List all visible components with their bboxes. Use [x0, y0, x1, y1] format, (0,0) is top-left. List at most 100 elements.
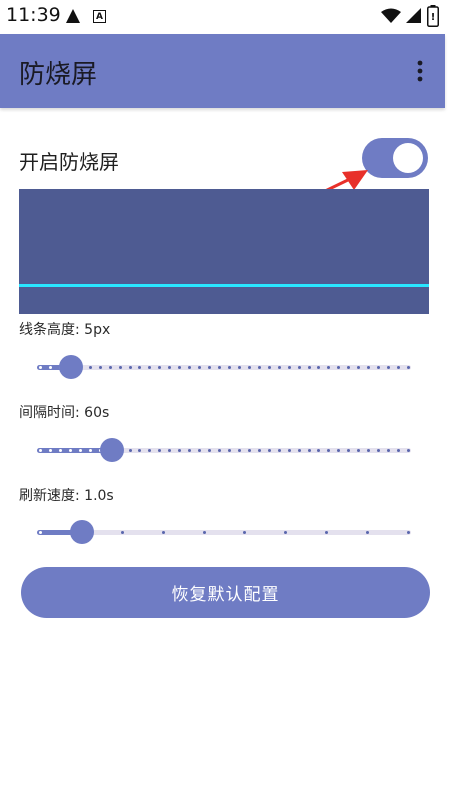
refresh-speed-label: 刷新速度: 1.0s	[19, 488, 114, 504]
slider-tick	[88, 366, 92, 369]
slider-tick	[377, 366, 381, 369]
slider-tick	[48, 449, 52, 452]
slider-tick	[39, 531, 42, 534]
toggle-knob	[393, 143, 423, 173]
toggle-label: 开启防烧屏	[19, 150, 119, 174]
slider-tick	[198, 449, 202, 452]
slider-tick	[118, 366, 122, 369]
slider-tick	[267, 366, 271, 369]
a-notification-icon: A	[93, 10, 106, 23]
slider-tick	[178, 449, 182, 452]
slider-tick	[337, 449, 341, 452]
slider-tick	[317, 366, 321, 369]
slider-tick	[39, 449, 42, 452]
slider-tick	[98, 366, 102, 369]
slider-tick	[277, 449, 281, 452]
slider-tick	[387, 366, 391, 369]
slider-tick	[138, 449, 142, 452]
app-title: 防烧屏	[19, 60, 98, 90]
slider-tick	[337, 366, 341, 369]
slider-tick	[237, 366, 241, 369]
svg-text:!: !	[431, 12, 436, 23]
slider-tick	[267, 449, 271, 452]
slider-ticks	[37, 352, 411, 382]
slider-tick	[188, 366, 192, 369]
scan-line	[19, 284, 429, 287]
slider-tick	[218, 449, 222, 452]
slider-tick	[39, 366, 42, 369]
slider-ticks	[37, 435, 411, 465]
slider-tick	[237, 449, 241, 452]
slider-tick	[208, 366, 212, 369]
slider-tick	[202, 531, 206, 534]
app-bar: 防烧屏	[0, 34, 445, 108]
slider-tick	[108, 366, 112, 369]
warning-icon	[65, 8, 81, 28]
slider-tick	[247, 366, 251, 369]
slider-tick	[158, 449, 162, 452]
overflow-menu-button[interactable]	[408, 54, 432, 88]
slider-tick	[243, 531, 247, 534]
slider-tick	[407, 366, 410, 369]
slider-tick	[257, 366, 261, 369]
line-height-label: 线条高度: 5px	[19, 322, 111, 338]
slider-tick	[397, 366, 401, 369]
slider-thumb[interactable]	[99, 438, 124, 462]
slider-tick	[178, 366, 182, 369]
slider-tick	[48, 366, 52, 369]
refresh-speed-slider[interactable]	[37, 517, 411, 547]
wifi-icon	[381, 8, 401, 28]
slider-tick	[227, 366, 231, 369]
slider-tick	[198, 366, 202, 369]
slider-tick	[168, 366, 172, 369]
slider-tick	[377, 449, 381, 452]
slider-tick	[257, 449, 261, 452]
slider-tick	[317, 449, 321, 452]
slider-tick	[327, 449, 331, 452]
slider-tick	[168, 449, 172, 452]
slider-tick	[148, 449, 152, 452]
slider-tick	[297, 449, 301, 452]
signal-icon	[405, 7, 422, 28]
interval-time-slider[interactable]	[37, 435, 411, 465]
status-bar: 11:39 A !	[0, 0, 449, 34]
slider-tick	[120, 531, 124, 534]
slider-tick	[158, 366, 162, 369]
slider-tick	[138, 366, 142, 369]
slider-tick	[307, 366, 311, 369]
slider-tick	[366, 531, 370, 534]
slider-tick	[325, 531, 329, 534]
slider-tick	[397, 449, 401, 452]
slider-tick	[78, 449, 82, 452]
slider-tick	[58, 449, 62, 452]
slider-tick	[297, 366, 301, 369]
slider-tick	[327, 366, 331, 369]
slider-tick	[407, 449, 410, 452]
slider-tick	[188, 449, 192, 452]
reset-defaults-button[interactable]: 恢复默认配置	[21, 567, 430, 618]
status-time: 11:39	[6, 4, 61, 26]
slider-tick	[218, 366, 222, 369]
slider-thumb[interactable]	[58, 355, 83, 379]
slider-tick	[367, 449, 371, 452]
slider-thumb[interactable]	[69, 520, 94, 544]
slider-tick	[128, 366, 132, 369]
slider-tick	[287, 366, 291, 369]
slider-tick	[407, 531, 410, 534]
slider-tick	[357, 449, 361, 452]
slider-tick	[68, 449, 72, 452]
slider-tick	[307, 449, 311, 452]
line-height-slider[interactable]	[37, 352, 411, 382]
more-vert-icon	[417, 60, 423, 82]
interval-time-label: 间隔时间: 60s	[19, 405, 110, 421]
slider-tick	[227, 449, 231, 452]
slider-tick	[277, 366, 281, 369]
slider-tick	[88, 449, 92, 452]
slider-tick	[367, 366, 371, 369]
preview-area	[19, 189, 429, 314]
battery-icon: !	[427, 5, 439, 31]
slider-tick	[208, 449, 212, 452]
slider-tick	[357, 366, 361, 369]
slider-tick	[287, 449, 291, 452]
slider-tick	[387, 449, 391, 452]
